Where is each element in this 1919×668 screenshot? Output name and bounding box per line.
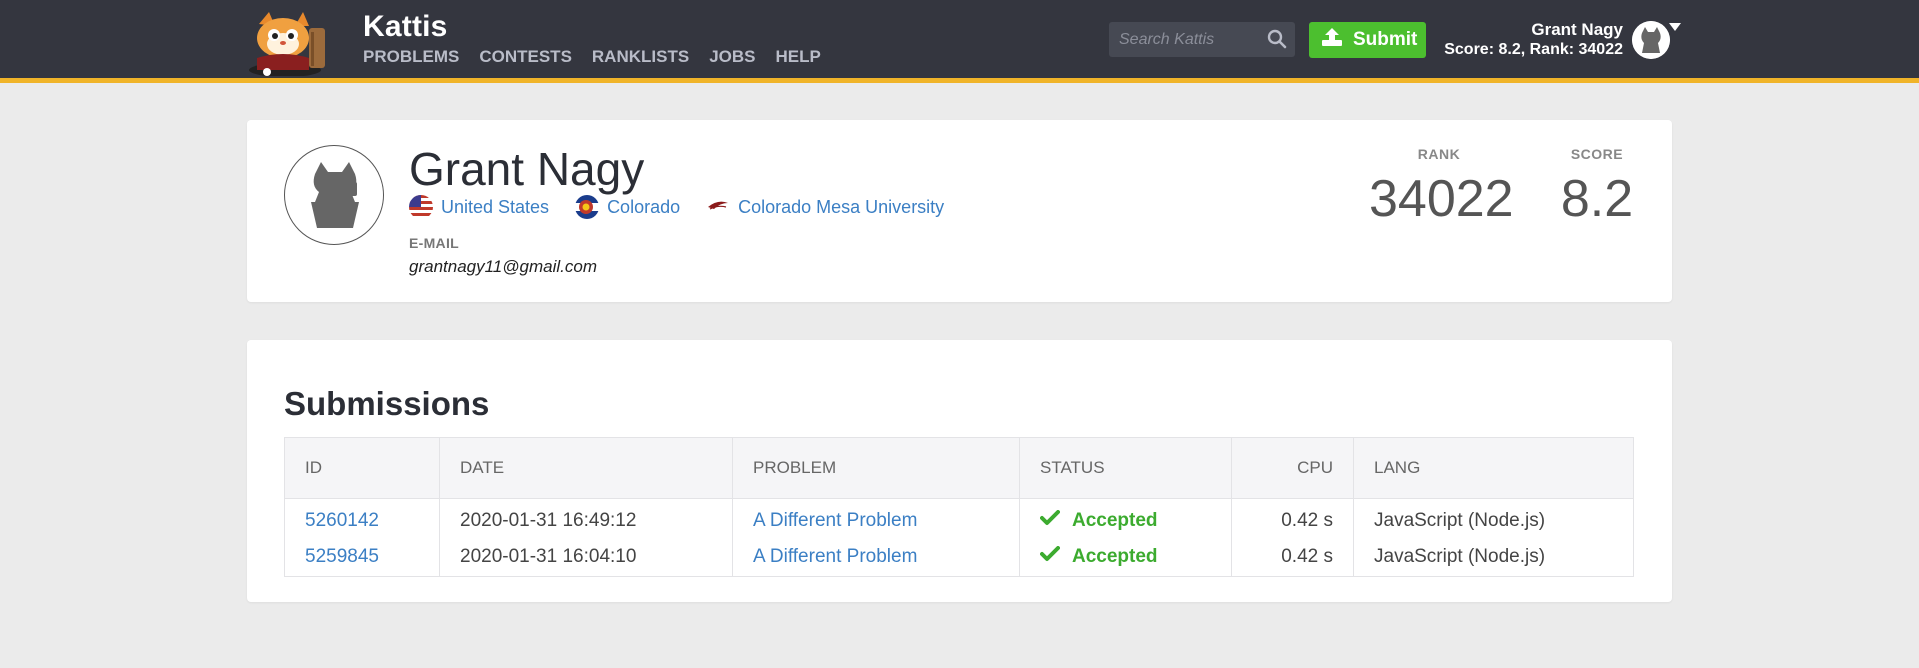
search-icon[interactable] — [1267, 29, 1287, 49]
nav-problems[interactable]: PROBLEMS — [363, 47, 459, 67]
brand-title[interactable]: Kattis — [363, 10, 448, 44]
submission-date: 2020-01-31 16:04:10 — [439, 537, 733, 577]
main-nav: PROBLEMS CONTESTS RANKLISTS JOBS HELP — [363, 47, 821, 67]
chevron-down-icon[interactable] — [1669, 23, 1681, 31]
checkmark-icon — [1040, 545, 1060, 568]
table-row: 5259845 2020-01-31 16:04:10 A Different … — [284, 537, 1634, 577]
rank-label: RANK — [1417, 146, 1461, 162]
problem-link[interactable]: A Different Problem — [753, 510, 917, 531]
search-input[interactable] — [1109, 22, 1259, 57]
nav-ranklists[interactable]: RANKLISTS — [592, 47, 689, 67]
state-link[interactable]: Colorado — [607, 197, 680, 218]
score-value: 8.2 — [1560, 170, 1634, 228]
avatar[interactable] — [1632, 21, 1670, 59]
user-stats: Score: 8.2, Rank: 34022 — [1444, 41, 1623, 58]
rank-value: 34022 — [1369, 170, 1514, 228]
search-box — [1109, 22, 1295, 57]
problem-link[interactable]: A Different Problem — [753, 546, 917, 567]
column-header-date: DATE — [439, 437, 733, 499]
status-badge: Accepted — [1040, 510, 1231, 532]
kattis-logo-icon[interactable] — [247, 10, 347, 77]
column-header-lang: LANG — [1353, 437, 1634, 499]
checkmark-icon — [1040, 510, 1060, 532]
nav-contests[interactable]: CONTESTS — [479, 47, 572, 67]
nav-jobs[interactable]: JOBS — [709, 47, 755, 67]
column-header-problem: PROBLEM — [732, 437, 1020, 499]
user-menu[interactable]: Grant Nagy Score: 8.2, Rank: 34022 — [1444, 20, 1623, 60]
profile-name: Grant Nagy — [409, 143, 645, 195]
submission-id-link[interactable]: 5260142 — [305, 510, 379, 531]
cpu-time: 0.42 s — [1231, 498, 1354, 538]
column-header-id: ID — [284, 437, 440, 499]
affiliations: United States Colorado Colorado Mesa Uni… — [409, 195, 970, 219]
email-label: E-MAIL — [409, 235, 460, 251]
language: JavaScript (Node.js) — [1353, 537, 1634, 577]
language: JavaScript (Node.js) — [1353, 498, 1634, 538]
status-text: Accepted — [1072, 545, 1158, 567]
affiliation-country: United States — [409, 195, 549, 219]
submissions-card: Submissions ID DATE PROBLEM STATUS CPU L… — [247, 340, 1672, 602]
status-text: Accepted — [1072, 510, 1158, 532]
submit-button[interactable]: Submit — [1309, 22, 1426, 58]
table-header-row: ID DATE PROBLEM STATUS CPU LANG — [284, 437, 1634, 499]
submission-date: 2020-01-31 16:49:12 — [439, 498, 733, 538]
colorado-flag-icon — [575, 195, 600, 219]
university-link[interactable]: Colorado Mesa University — [738, 197, 944, 218]
score-stat: SCORE 8.2 — [1547, 146, 1647, 229]
column-header-cpu: CPU — [1231, 437, 1354, 499]
table-row: 5260142 2020-01-31 16:49:12 A Different … — [284, 498, 1634, 538]
university-logo-icon — [706, 197, 730, 218]
top-navigation-bar: Kattis PROBLEMS CONTESTS RANKLISTS JOBS … — [0, 0, 1919, 83]
profile-avatar — [284, 145, 384, 245]
submissions-table: ID DATE PROBLEM STATUS CPU LANG 5260142 … — [284, 437, 1634, 577]
country-link[interactable]: United States — [441, 197, 549, 218]
submit-label: Submit — [1353, 29, 1418, 50]
us-flag-icon — [409, 195, 433, 219]
upload-icon — [1321, 27, 1343, 53]
status-badge: Accepted — [1040, 545, 1231, 568]
affiliation-university: Colorado Mesa University — [706, 197, 944, 218]
profile-card: Grant Nagy United States Colorado Colora… — [247, 120, 1672, 302]
user-name: Grant Nagy — [1531, 20, 1623, 39]
rank-stat: RANK 34022 — [1369, 146, 1514, 229]
submissions-title: Submissions — [284, 385, 490, 422]
submission-id-link[interactable]: 5259845 — [305, 546, 379, 567]
nav-help[interactable]: HELP — [775, 47, 820, 67]
cpu-time: 0.42 s — [1231, 537, 1354, 577]
score-label: SCORE — [1570, 146, 1624, 162]
column-header-status: STATUS — [1019, 437, 1232, 499]
affiliation-state: Colorado — [575, 195, 680, 219]
email-value: grantnagy11@gmail.com — [409, 257, 597, 276]
